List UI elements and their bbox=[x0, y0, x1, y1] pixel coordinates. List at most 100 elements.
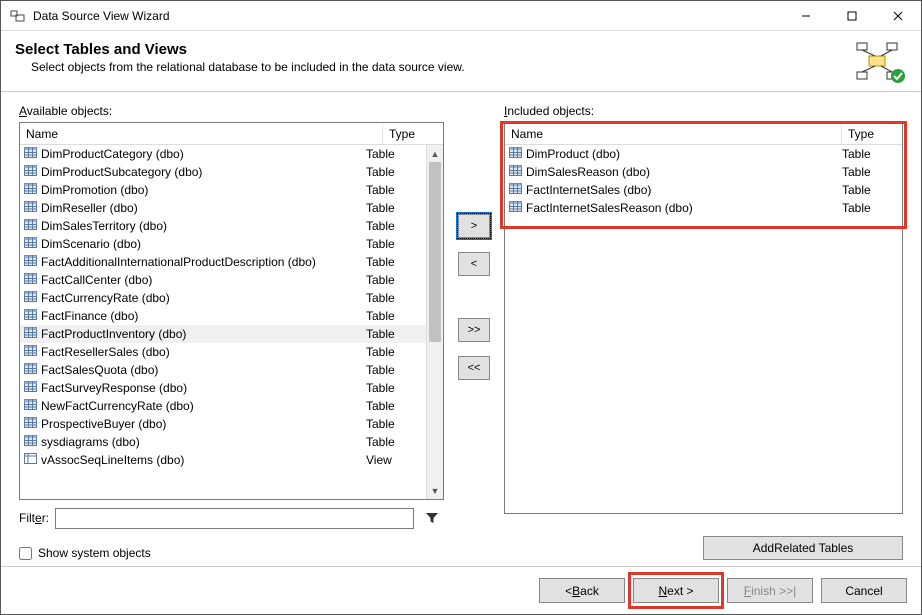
row-name: DimProduct (dbo) bbox=[526, 147, 620, 161]
row-type: Table bbox=[366, 345, 422, 359]
table-row[interactable]: DimProductSubcategory (dbo) Table bbox=[20, 163, 426, 181]
table-icon bbox=[509, 165, 522, 179]
wizard-diagram-icon bbox=[851, 41, 905, 83]
col-header-name[interactable]: Name bbox=[505, 124, 842, 144]
remove-button[interactable]: < bbox=[458, 252, 490, 276]
add-button[interactable]: > bbox=[458, 214, 490, 238]
table-icon bbox=[24, 435, 37, 449]
row-type: Table bbox=[366, 219, 422, 233]
included-list[interactable]: Name Type DimProduct (dbo)TableDimSalesR… bbox=[504, 122, 903, 514]
wizard-footer: < Back Next > Finish >>| Cancel bbox=[1, 566, 921, 614]
table-row[interactable]: DimSalesReason (dbo)Table bbox=[505, 163, 902, 181]
table-icon bbox=[24, 381, 37, 395]
scroll-up-icon[interactable]: ▲ bbox=[427, 145, 443, 162]
table-row[interactable]: DimReseller (dbo)Table bbox=[20, 199, 426, 217]
row-name: FactAdditionalInternationalProductDescri… bbox=[41, 255, 316, 269]
add-related-tables-button[interactable]: Add Related Tables bbox=[703, 536, 903, 560]
table-row[interactable]: FactSurveyResponse (dbo)Table bbox=[20, 379, 426, 397]
row-type: Table bbox=[842, 201, 898, 215]
table-icon bbox=[24, 201, 37, 215]
wizard-header: Select Tables and Views Select objects f… bbox=[1, 31, 921, 92]
show-system-label: Show system objects bbox=[38, 546, 151, 560]
table-row[interactable]: FactAdditionalInternationalProductDescri… bbox=[20, 253, 426, 271]
row-name: NewFactCurrencyRate (dbo) bbox=[41, 399, 194, 413]
table-icon bbox=[24, 453, 37, 467]
table-icon bbox=[24, 255, 37, 269]
show-system-checkbox[interactable]: Show system objects bbox=[19, 546, 444, 560]
row-type: Table bbox=[366, 147, 422, 161]
table-row[interactable]: NewFactCurrencyRate (dbo)Table bbox=[20, 397, 426, 415]
table-row[interactable]: FactProductInventory (dbo)Table bbox=[20, 325, 426, 343]
table-row[interactable]: FactSalesQuota (dbo)Table bbox=[20, 361, 426, 379]
next-button[interactable]: Next > bbox=[633, 578, 719, 603]
table-row[interactable]: FactCurrencyRate (dbo) Table bbox=[20, 289, 426, 307]
row-name: sysdiagrams (dbo) bbox=[41, 435, 140, 449]
maximize-button[interactable] bbox=[829, 1, 875, 30]
row-name: DimProductCategory (dbo) bbox=[41, 147, 184, 161]
col-header-name[interactable]: Name bbox=[20, 124, 383, 144]
row-name: FactSalesQuota (dbo) bbox=[41, 363, 158, 377]
table-row[interactable]: DimScenario (dbo)Table bbox=[20, 235, 426, 253]
col-header-type[interactable]: Type bbox=[842, 124, 902, 144]
row-type: Table bbox=[366, 165, 422, 179]
wizard-body: Available objects: Name Type DimProductC… bbox=[1, 92, 921, 566]
scroll-down-icon[interactable]: ▼ bbox=[427, 482, 443, 499]
table-icon bbox=[24, 273, 37, 287]
row-type: Table bbox=[366, 183, 422, 197]
table-icon bbox=[24, 363, 37, 377]
back-button[interactable]: < Back bbox=[539, 578, 625, 603]
table-row[interactable]: FactInternetSalesReason (dbo)Table bbox=[505, 199, 902, 217]
row-name: DimSalesTerritory (dbo) bbox=[41, 219, 167, 233]
filter-label: Filter: bbox=[19, 511, 49, 525]
show-system-input[interactable] bbox=[19, 547, 32, 560]
row-name: FactResellerSales (dbo) bbox=[41, 345, 170, 359]
table-icon bbox=[509, 201, 522, 215]
window-title: Data Source View Wizard bbox=[33, 9, 783, 23]
table-row[interactable]: DimSalesTerritory (dbo) Table bbox=[20, 217, 426, 235]
table-row[interactable]: DimProductCategory (dbo) Table bbox=[20, 145, 426, 163]
row-type: Table bbox=[366, 255, 422, 269]
row-type: View bbox=[366, 453, 422, 467]
row-name: DimScenario (dbo) bbox=[41, 237, 141, 251]
col-header-type[interactable]: Type bbox=[383, 124, 443, 144]
table-row[interactable]: FactResellerSales (dbo) Table bbox=[20, 343, 426, 361]
minimize-button[interactable] bbox=[783, 1, 829, 30]
available-list[interactable]: Name Type DimProductCategory (dbo)TableD… bbox=[19, 122, 444, 500]
table-icon bbox=[24, 219, 37, 233]
row-name: FactCurrencyRate (dbo) bbox=[41, 291, 170, 305]
row-type: Table bbox=[366, 435, 422, 449]
table-icon bbox=[24, 399, 37, 413]
app-icon bbox=[9, 9, 27, 23]
title-bar: Data Source View Wizard bbox=[1, 1, 921, 31]
table-row[interactable]: FactCallCenter (dbo)Table bbox=[20, 271, 426, 289]
filter-funnel-icon[interactable] bbox=[420, 507, 444, 529]
scroll-thumb[interactable] bbox=[429, 162, 441, 342]
row-type: Table bbox=[842, 165, 898, 179]
row-type: Table bbox=[366, 309, 422, 323]
table-row[interactable]: ProspectiveBuyer (dbo)Table bbox=[20, 415, 426, 433]
remove-all-button[interactable]: << bbox=[458, 356, 490, 380]
table-row[interactable]: FactInternetSales (dbo)Table bbox=[505, 181, 902, 199]
table-icon bbox=[24, 237, 37, 251]
close-button[interactable] bbox=[875, 1, 921, 30]
row-name: FactCallCenter (dbo) bbox=[41, 273, 152, 287]
finish-button: Finish >>| bbox=[727, 578, 813, 603]
available-label: Available objects: bbox=[19, 104, 444, 118]
row-type: Table bbox=[366, 291, 422, 305]
row-type: Table bbox=[842, 147, 898, 161]
page-title: Select Tables and Views bbox=[15, 41, 851, 58]
table-row[interactable]: vAssocSeqLineItems (dbo)View bbox=[20, 451, 426, 469]
row-name: DimProductSubcategory (dbo) bbox=[41, 165, 202, 179]
table-row[interactable]: FactFinance (dbo) Table bbox=[20, 307, 426, 325]
row-name: FactFinance (dbo) bbox=[41, 309, 138, 323]
filter-input[interactable] bbox=[55, 508, 414, 529]
table-row[interactable]: DimProduct (dbo) Table bbox=[505, 145, 902, 163]
available-scrollbar[interactable]: ▲ ▼ bbox=[426, 145, 443, 499]
table-icon bbox=[24, 183, 37, 197]
table-row[interactable]: sysdiagrams (dbo) Table bbox=[20, 433, 426, 451]
row-type: Table bbox=[366, 381, 422, 395]
table-row[interactable]: DimPromotion (dbo)Table bbox=[20, 181, 426, 199]
table-icon bbox=[24, 309, 37, 323]
add-all-button[interactable]: >> bbox=[458, 318, 490, 342]
cancel-button[interactable]: Cancel bbox=[821, 578, 907, 603]
